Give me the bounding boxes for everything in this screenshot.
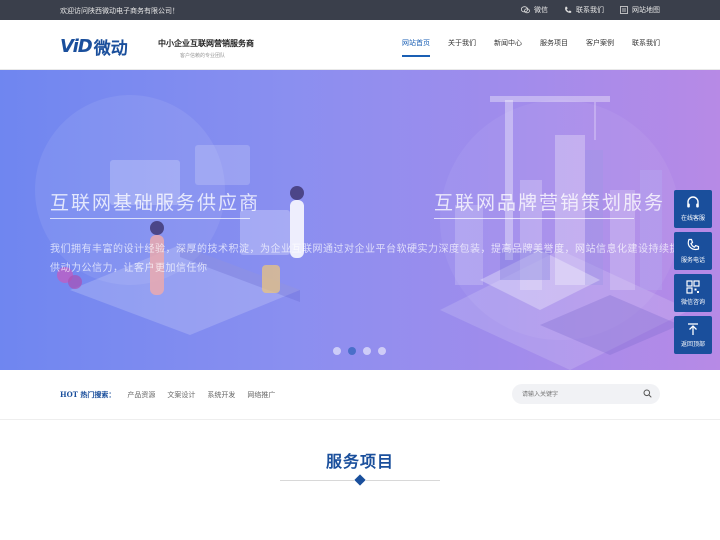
search-icon[interactable] bbox=[643, 389, 652, 398]
nav-item-news[interactable]: 新闻中心 bbox=[494, 20, 522, 70]
side-button-label: 在线客服 bbox=[680, 215, 705, 222]
banner-divider-right bbox=[434, 218, 634, 219]
logo[interactable]: ViD 微动 bbox=[60, 34, 128, 59]
top-links: 微信 联系我们 网站地图 bbox=[521, 5, 660, 15]
banner-description: 我们拥有丰富的设计经验，深厚的技术积淀，为企业互联网通过对企业平台软硬实力深度包… bbox=[50, 244, 680, 274]
sitemap-icon bbox=[620, 6, 628, 14]
slider-dot-active[interactable] bbox=[348, 347, 356, 355]
slider-dot[interactable] bbox=[363, 347, 371, 355]
phone-icon bbox=[565, 6, 572, 13]
header: ViD 微动 中小企业互联网营销服务商 客户信赖的专业团队 网站首页 关于我们 … bbox=[0, 20, 720, 70]
hot-keyword[interactable]: 网络推广 bbox=[247, 390, 275, 400]
slider-dot[interactable] bbox=[333, 347, 341, 355]
side-button-back-to-top[interactable]: 返回顶部 bbox=[674, 316, 712, 354]
side-button-label: 返回顶部 bbox=[680, 341, 705, 348]
search-box bbox=[512, 384, 660, 404]
headset-icon bbox=[687, 196, 699, 208]
hot-label: HOT 热门搜索： bbox=[60, 390, 115, 400]
title-divider-right bbox=[366, 480, 440, 481]
banner-illustration bbox=[35, 95, 690, 370]
side-button-wechat[interactable]: 微信咨询 bbox=[674, 274, 712, 312]
hot-label-text: 热门搜索： bbox=[80, 391, 116, 399]
slider-dots bbox=[333, 347, 386, 355]
top-bar: 欢迎访问陕西微动电子商务有限公司！ 微信 联系我们 网站地图 bbox=[0, 0, 720, 20]
welcome-text: 欢迎访问陕西微动电子商务有限公司！ bbox=[60, 7, 179, 15]
side-toolbar: 在线客服 服务电话 微信咨询 返回顶部 bbox=[674, 190, 712, 354]
slogan-sub: 客户信赖的专业团队 bbox=[180, 53, 226, 59]
hot-keyword[interactable]: 系统开发 bbox=[207, 390, 235, 400]
hot-keyword[interactable]: 文案设计 bbox=[167, 390, 195, 400]
logo-cn: 微动 bbox=[93, 39, 128, 59]
logo-latin: ViD bbox=[60, 36, 93, 57]
banner-title-right: 互联网品牌营销策划服务 bbox=[434, 192, 666, 214]
services-title: 服务项目 bbox=[325, 452, 394, 471]
nav-item-services[interactable]: 服务项目 bbox=[540, 20, 568, 70]
phone-icon bbox=[687, 238, 700, 251]
slider-dot[interactable] bbox=[378, 347, 386, 355]
wechat-icon bbox=[521, 6, 530, 14]
top-link-wechat[interactable]: 微信 bbox=[521, 5, 548, 15]
hot-keywords: HOT 热门搜索： 产品资源 文案设计 系统开发 网络推广 bbox=[60, 390, 275, 400]
nav-item-contact[interactable]: 联系我们 bbox=[632, 20, 660, 70]
arrow-up-icon bbox=[688, 323, 698, 335]
hot-search-bar: HOT 热门搜索： 产品资源 文案设计 系统开发 网络推广 bbox=[0, 370, 720, 420]
hero-banner[interactable]: 互联网基础服务供应商 互联网品牌营销策划服务 我们拥有丰富的设计经验，深厚的技术… bbox=[0, 70, 720, 370]
search-input[interactable] bbox=[522, 388, 642, 400]
qrcode-icon bbox=[686, 280, 700, 294]
title-divider-left bbox=[280, 480, 354, 481]
nav-item-about[interactable]: 关于我们 bbox=[448, 20, 476, 70]
top-link-label: 微信 bbox=[534, 6, 548, 14]
side-button-phone[interactable]: 服务电话 bbox=[674, 232, 712, 270]
hot-badge: HOT bbox=[60, 390, 78, 399]
services-section: 服务项目 bbox=[0, 420, 720, 540]
banner-title-left: 互联网基础服务供应商 bbox=[50, 192, 261, 214]
top-link-label: 联系我们 bbox=[576, 6, 604, 14]
diamond-icon bbox=[354, 474, 366, 486]
top-link-sitemap[interactable]: 网站地图 bbox=[620, 5, 660, 15]
side-button-label: 微信咨询 bbox=[680, 299, 705, 306]
side-button-online-service[interactable]: 在线客服 bbox=[674, 190, 712, 228]
slogan: 中小企业互联网营销服务商 客户信赖的专业团队 bbox=[158, 38, 254, 59]
hot-keyword[interactable]: 产品资源 bbox=[127, 390, 155, 400]
banner-divider-left bbox=[50, 218, 250, 219]
top-link-label: 网站地图 bbox=[632, 6, 660, 14]
slogan-main: 中小企业互联网营销服务商 bbox=[158, 39, 254, 48]
nav-item-home[interactable]: 网站首页 bbox=[402, 20, 430, 70]
side-button-label: 服务电话 bbox=[680, 257, 705, 264]
top-link-contact[interactable]: 联系我们 bbox=[564, 5, 604, 15]
main-nav: 网站首页 关于我们 新闻中心 服务项目 客户案例 联系我们 bbox=[402, 20, 660, 70]
nav-item-cases[interactable]: 客户案例 bbox=[586, 20, 614, 70]
